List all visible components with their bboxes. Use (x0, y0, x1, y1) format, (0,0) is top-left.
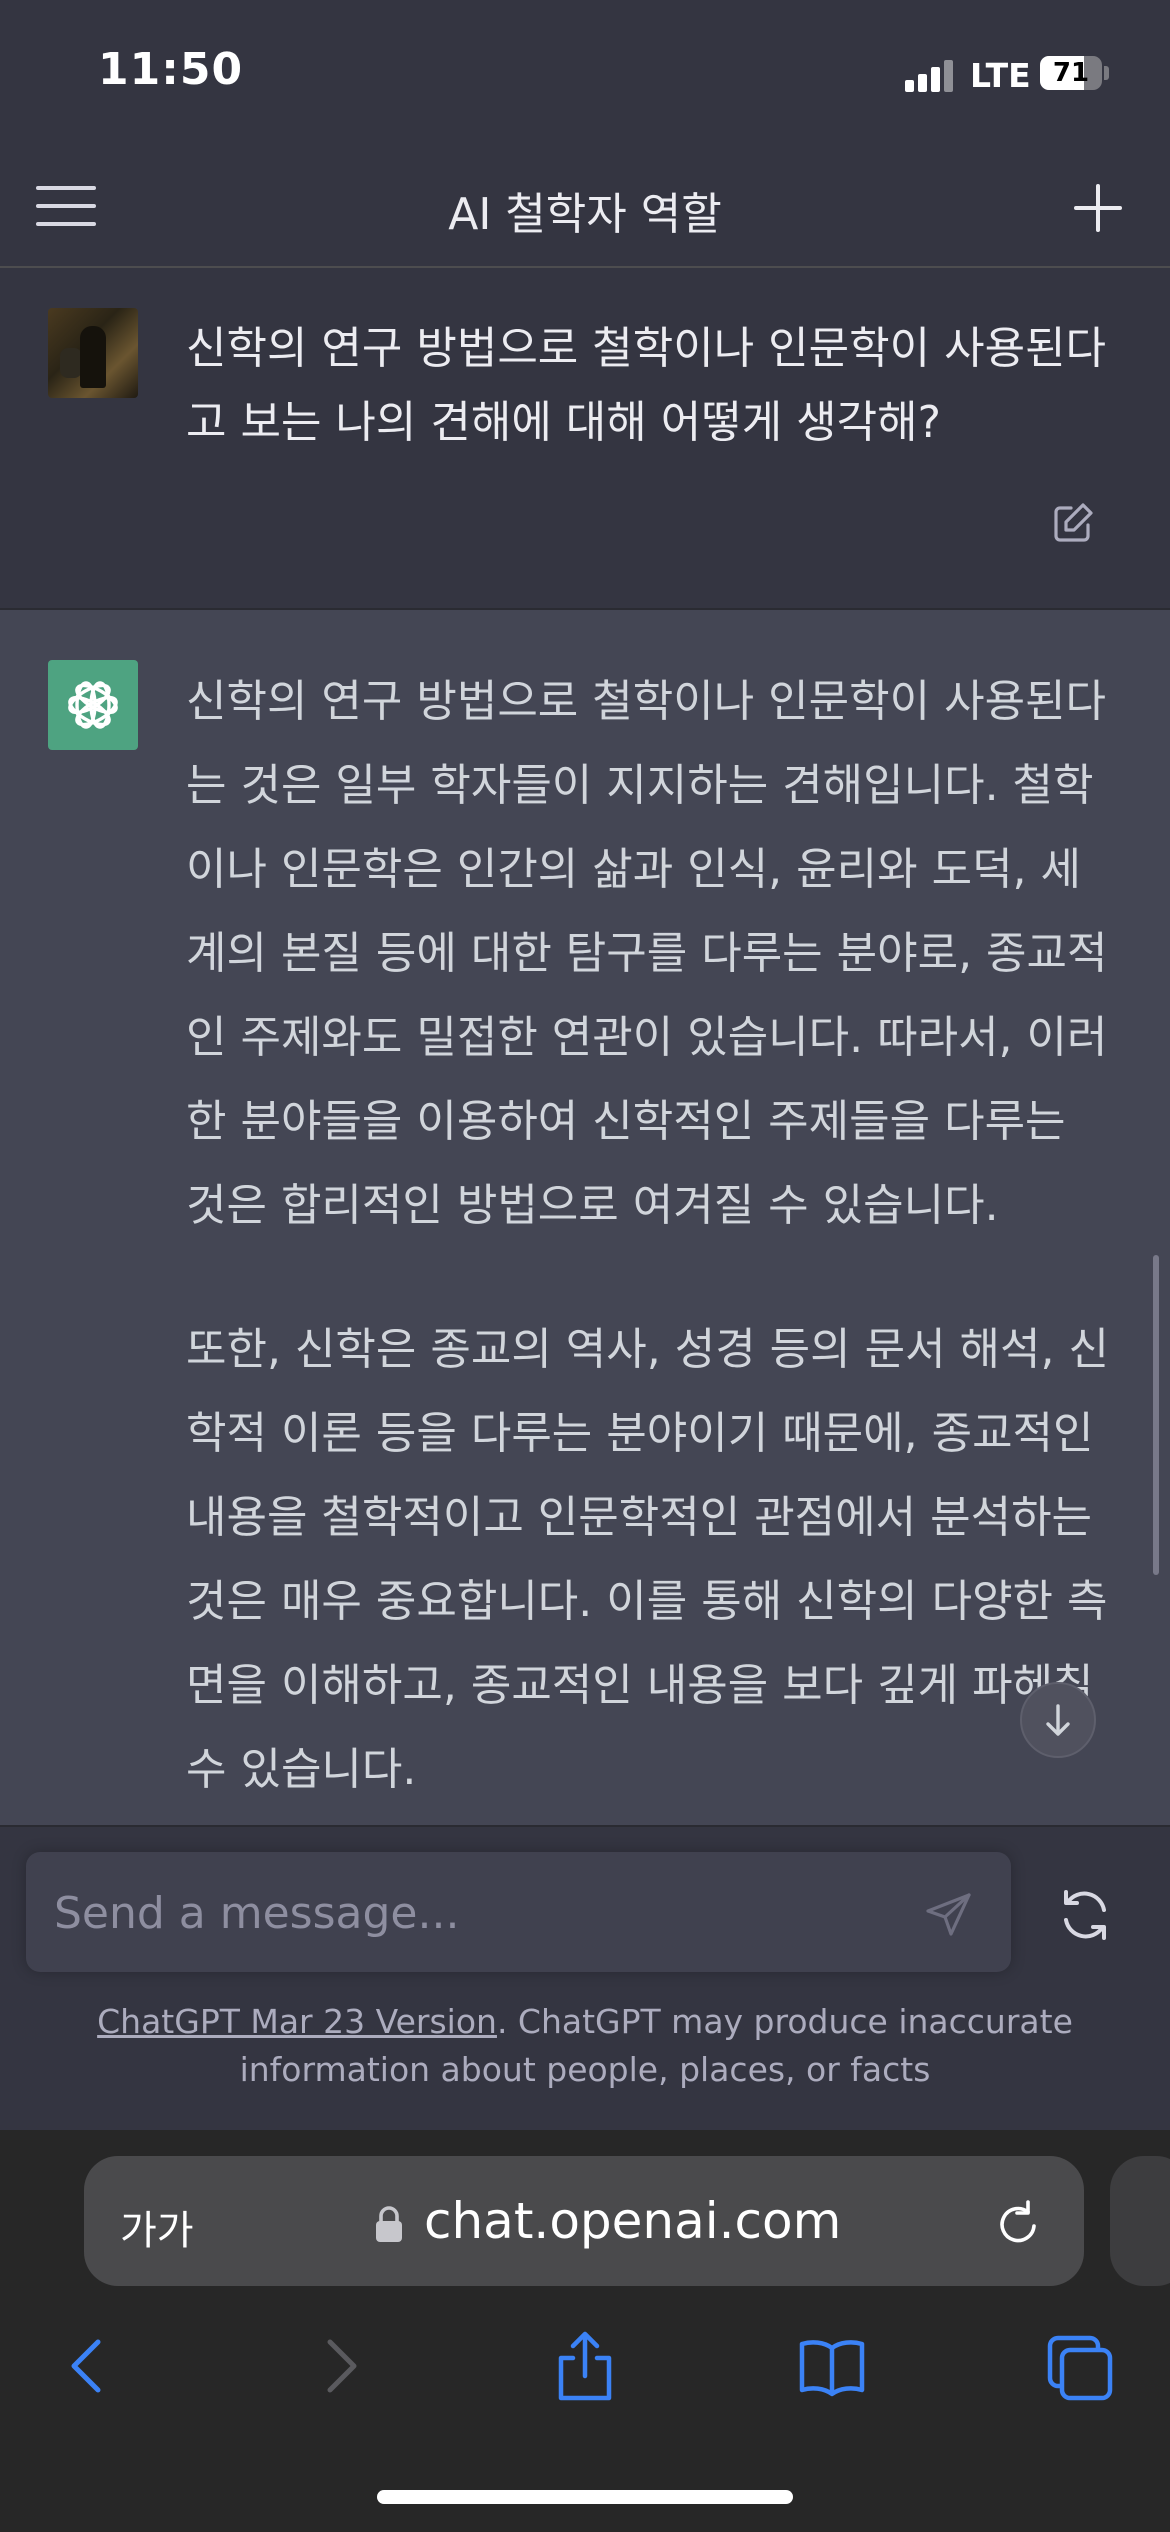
text-size-button[interactable]: 가가 (120, 2198, 194, 2256)
battery-icon: 71 (1040, 56, 1102, 90)
assistant-paragraph: 또한, 신학은 종교의 역사, 성경 등의 문서 해석, 신학적 이론 등을 다… (186, 1324, 1109, 1795)
regenerate-icon[interactable] (1054, 1884, 1116, 1946)
send-icon[interactable] (924, 1890, 974, 1940)
reload-icon[interactable] (990, 2196, 1046, 2252)
user-avatar (48, 308, 138, 398)
tabs-icon[interactable] (1040, 2326, 1120, 2406)
home-indicator (377, 2490, 793, 2504)
message-input[interactable] (52, 1880, 896, 1946)
battery-level: 71 (1052, 58, 1090, 88)
url-text[interactable]: chat.openai.com (424, 2192, 841, 2250)
next-tab-preview[interactable] (1110, 2156, 1170, 2286)
battery-nub (1104, 66, 1109, 80)
assistant-paragraph: 신학의 연구 방법으로 철학이나 인문학이 사용된다는 것은 일부 학자들이 지… (186, 676, 1108, 1231)
lock-icon (372, 2204, 406, 2244)
status-time: 11:50 (98, 44, 244, 95)
cellular-signal-icon (905, 58, 953, 92)
disclaimer-text: ChatGPT Mar 23 Version. ChatGPT may prod… (40, 1998, 1130, 2094)
arrow-down-icon (1046, 1704, 1070, 1736)
conversation-title: AI 철학자 역할 (448, 189, 722, 240)
forward-chevron-icon[interactable] (300, 2326, 380, 2406)
assistant-message-text: 신학의 연구 방법으로 철학이나 인문학이 사용된다는 것은 일부 학자들이 지… (186, 660, 1116, 1872)
edit-icon[interactable] (1050, 500, 1096, 546)
back-chevron-icon[interactable] (48, 2326, 128, 2406)
scrollbar-thumb[interactable] (1153, 1255, 1159, 1575)
bookmarks-book-icon[interactable] (792, 2326, 872, 2406)
user-message-text: 신학의 연구 방법으로 철학이나 인문학이 사용된다고 보는 나의 견해에 대해… (186, 323, 1107, 448)
network-type: LTE (970, 56, 1031, 95)
version-link[interactable]: ChatGPT Mar 23 Version (97, 2002, 497, 2041)
scroll-to-bottom-button[interactable] (1020, 1682, 1096, 1758)
new-chat-plus-icon[interactable] (1070, 180, 1126, 236)
share-icon[interactable] (545, 2326, 625, 2406)
openai-logo-icon (48, 660, 138, 750)
